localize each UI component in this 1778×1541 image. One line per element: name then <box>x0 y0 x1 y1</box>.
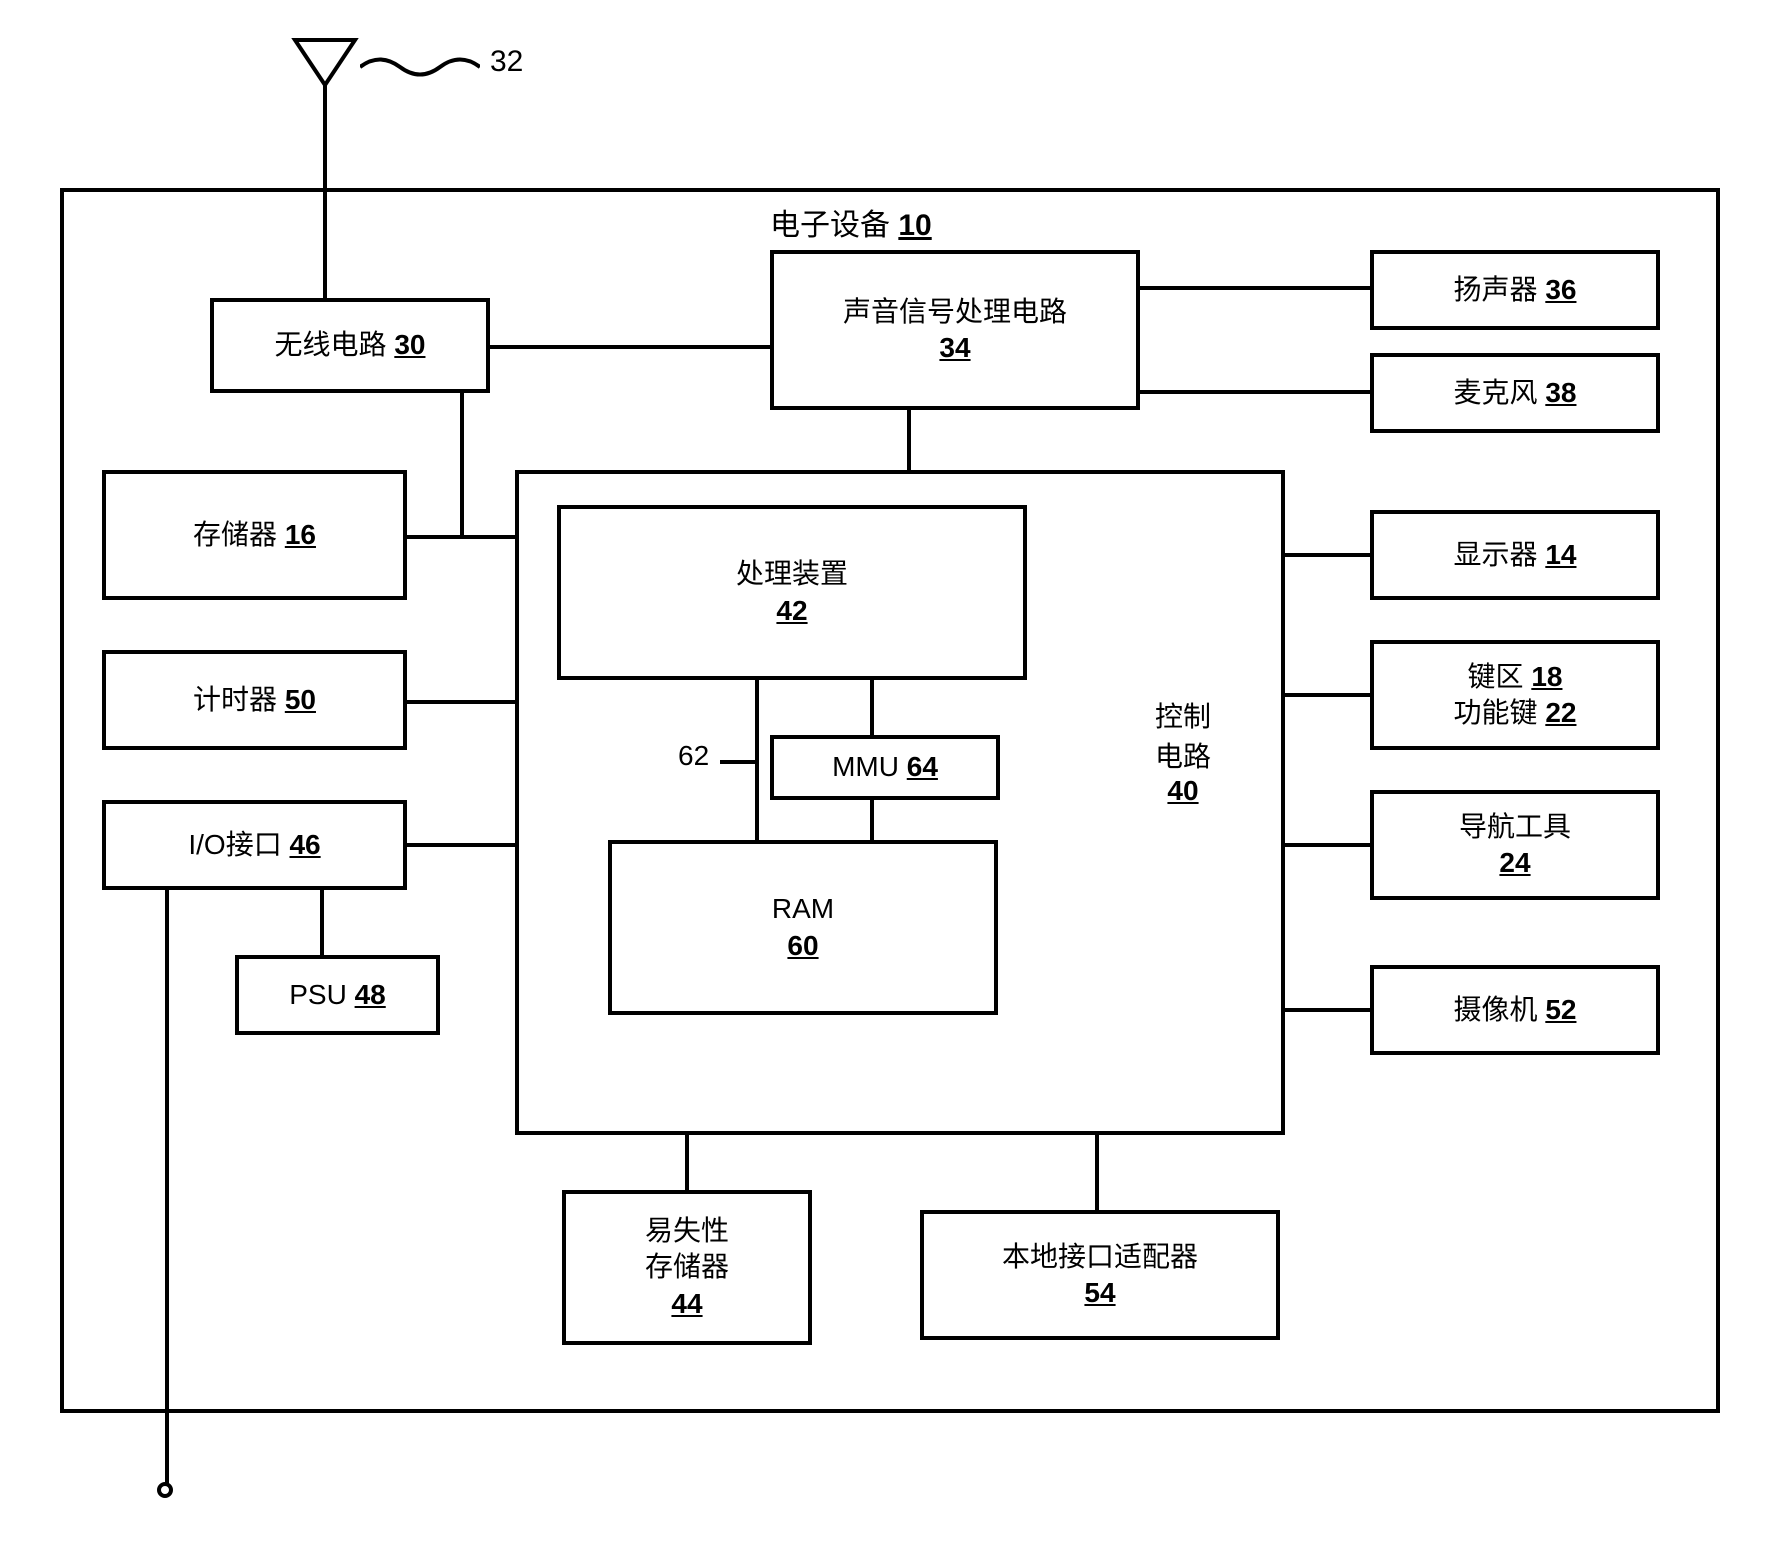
mmu-line-tick <box>720 760 755 764</box>
nav-label: 导航工具 <box>1459 809 1571 845</box>
audio-ref: 34 <box>939 330 970 366</box>
ram-ref: 60 <box>787 928 818 964</box>
speaker-box: 扬声器 36 <box>1370 250 1660 330</box>
mic-ref: 38 <box>1545 377 1576 408</box>
memory-label: 存储器 <box>193 519 277 550</box>
memory-ref: 16 <box>285 519 316 550</box>
device-title: 电子设备 10 <box>770 200 932 244</box>
camera-box: 摄像机 52 <box>1370 965 1660 1055</box>
keypad-label2: 功能键 <box>1454 697 1538 728</box>
volatile-mem-l1: 易失性 <box>645 1213 729 1249</box>
camera-label: 摄像机 <box>1454 994 1538 1025</box>
mmu-line-ref: 62 <box>678 740 709 772</box>
antenna-lead <box>360 52 480 82</box>
conn-audio-speaker <box>1140 286 1370 290</box>
device-title-label: 电子设备 <box>770 209 890 242</box>
io-label: I/O接口 <box>188 829 281 860</box>
volatile-mem-l2: 存储器 <box>645 1249 729 1285</box>
conn-control-nav <box>1285 843 1371 847</box>
control-label-group: 控制 电路 40 <box>1155 695 1211 807</box>
radio-label: 无线电路 <box>275 329 387 360</box>
conn-io-control <box>407 843 517 847</box>
io-box: I/O接口 46 <box>102 800 407 890</box>
radio-box: 无线电路 30 <box>210 298 490 393</box>
diagram-canvas: 电子设备 10 32 无线电路 30 声音信号处理电路 34 扬声器 36 麦克… <box>0 0 1778 1541</box>
conn-audio-mic <box>1140 390 1370 394</box>
conn-audio-down <box>907 410 911 472</box>
volatile-mem-box: 易失性 存储器 44 <box>562 1190 812 1345</box>
conn-radio-down <box>460 393 464 538</box>
ram-box: RAM 60 <box>608 840 998 1015</box>
proc-ref: 42 <box>776 593 807 629</box>
psu-box: PSU 48 <box>235 955 440 1035</box>
display-ref: 14 <box>1545 539 1576 570</box>
speaker-ref: 36 <box>1545 274 1576 305</box>
conn-io-psu <box>320 890 324 957</box>
mic-label: 麦克风 <box>1454 377 1538 408</box>
keypad-ref2: 22 <box>1545 697 1576 728</box>
mic-box: 麦克风 38 <box>1370 353 1660 433</box>
nav-ref: 24 <box>1499 845 1530 881</box>
audio-label: 声音信号处理电路 <box>843 294 1067 330</box>
psu-label: PSU <box>289 979 347 1010</box>
psu-ref: 48 <box>355 979 386 1010</box>
conn-control-keypad <box>1285 693 1371 697</box>
conn-radio-audio <box>490 345 770 349</box>
local-adapter-box: 本地接口适配器 54 <box>920 1210 1280 1340</box>
conn-proc-ram-left <box>755 680 759 842</box>
conn-timer-control <box>407 700 517 704</box>
control-ref: 40 <box>1155 775 1211 807</box>
keypad-box: 键区 18 功能键 22 <box>1370 640 1660 750</box>
nav-box: 导航工具 24 <box>1370 790 1660 900</box>
local-adapter-label: 本地接口适配器 <box>1002 1239 1198 1275</box>
antenna-mast <box>323 85 327 298</box>
timer-ref: 50 <box>285 684 316 715</box>
io-external-terminal <box>157 1482 173 1498</box>
keypad-ref1: 18 <box>1531 661 1562 692</box>
conn-memory-control <box>407 535 517 539</box>
conn-control-camera <box>1285 1008 1371 1012</box>
mmu-label: MMU <box>832 751 899 782</box>
conn-control-localadapter <box>1095 1135 1099 1212</box>
device-title-ref: 10 <box>898 209 931 242</box>
volatile-mem-ref: 44 <box>671 1286 702 1322</box>
conn-io-external <box>165 890 169 1485</box>
ram-label: RAM <box>772 891 834 927</box>
memory-box: 存储器 16 <box>102 470 407 600</box>
control-label-2: 电路 <box>1155 735 1211 775</box>
proc-box: 处理装置 42 <box>557 505 1027 680</box>
display-box: 显示器 14 <box>1370 510 1660 600</box>
antenna-ref: 32 <box>490 45 523 79</box>
conn-proc-ram-right <box>870 680 874 737</box>
camera-ref: 52 <box>1545 994 1576 1025</box>
proc-label: 处理装置 <box>736 556 848 592</box>
keypad-label1: 键区 <box>1468 661 1524 692</box>
mmu-box: MMU 64 <box>770 735 1000 800</box>
timer-box: 计时器 50 <box>102 650 407 750</box>
timer-label: 计时器 <box>193 684 277 715</box>
display-label: 显示器 <box>1454 539 1538 570</box>
conn-control-display <box>1285 553 1371 557</box>
io-ref: 46 <box>289 829 320 860</box>
control-label-1: 控制 <box>1155 695 1211 735</box>
audio-box: 声音信号处理电路 34 <box>770 250 1140 410</box>
radio-ref: 30 <box>394 329 425 360</box>
conn-control-volmem <box>685 1135 689 1192</box>
mmu-ref: 64 <box>907 751 938 782</box>
speaker-label: 扬声器 <box>1454 274 1538 305</box>
conn-mmu-ram-right <box>870 798 874 842</box>
antenna-icon <box>285 35 365 90</box>
local-adapter-ref: 54 <box>1084 1275 1115 1311</box>
